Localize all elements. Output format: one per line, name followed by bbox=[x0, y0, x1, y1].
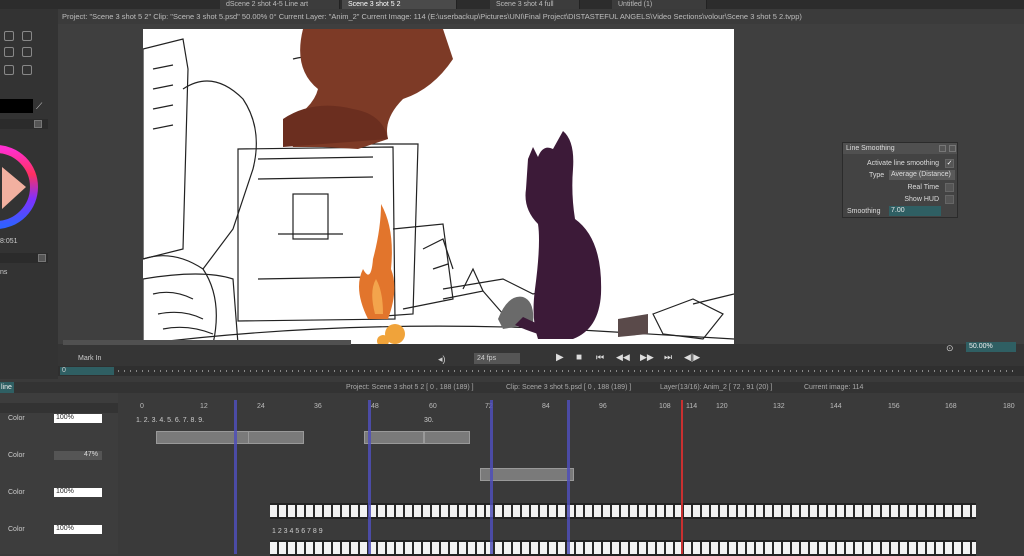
frame-strip[interactable] bbox=[270, 503, 976, 519]
layer-header-toolbar bbox=[0, 403, 118, 413]
layer-opacity-field[interactable]: 100% bbox=[54, 525, 102, 534]
stop-icon[interactable]: ■ bbox=[576, 352, 582, 363]
exposure-block[interactable] bbox=[424, 431, 470, 444]
ruler-frame-label: 84 bbox=[542, 403, 550, 410]
ruler-frame-label: 144 bbox=[830, 403, 842, 410]
realtime-checkbox[interactable] bbox=[945, 183, 954, 192]
timeline-tab[interactable]: line bbox=[0, 382, 14, 393]
keyframe-marker[interactable] bbox=[234, 400, 237, 554]
ruler-frame-label: 132 bbox=[773, 403, 785, 410]
lasso-tool-icon[interactable] bbox=[4, 31, 14, 41]
horizontal-scrollbar[interactable] bbox=[63, 340, 351, 345]
show-hud-checkbox[interactable] bbox=[945, 195, 954, 204]
frame-sequence-number: 30. bbox=[424, 417, 434, 424]
exposure-block[interactable] bbox=[248, 431, 304, 444]
current-frame-field[interactable]: 0 bbox=[60, 367, 114, 375]
audio-icon[interactable]: ◂) bbox=[438, 354, 446, 365]
exposure-block[interactable] bbox=[364, 431, 424, 444]
timeline-layer-info: Layer(13/16): Anim_2 [ 72 , 91 (20) ] bbox=[660, 384, 773, 391]
document-tab-bar: dScene 2 shot 4-5 Line art Scene 3 shot … bbox=[0, 0, 1024, 9]
tab-untitled[interactable]: Untitled (1) bbox=[612, 0, 707, 9]
playhead-line[interactable] bbox=[681, 400, 683, 554]
tab-scene3-shot4-full[interactable]: Scene 3 shot 4 full bbox=[490, 0, 580, 9]
tab-scene2-lineart[interactable]: dScene 2 shot 4-5 Line art bbox=[220, 0, 340, 9]
layer-opacity-field[interactable]: 47% bbox=[54, 451, 102, 460]
layer-blend-label: Color bbox=[8, 415, 25, 422]
realtime-label: Real Time bbox=[907, 184, 939, 191]
layer-blend-label: Color bbox=[8, 489, 25, 496]
warp-tool-icon[interactable] bbox=[4, 65, 14, 75]
mark-in-label: Mark In bbox=[78, 355, 102, 362]
artwork-illustration bbox=[143, 29, 734, 344]
frame-sequence-numbers: 1. 2. 3. 4. 5. 6. 7. 8. 9. bbox=[136, 417, 205, 424]
ruler-frame-label: 24 bbox=[257, 403, 265, 410]
project-info-bar: Project: "Scene 3 shot 5 2" Clip: "Scene… bbox=[58, 10, 1024, 24]
keyframe-marker[interactable] bbox=[368, 400, 371, 554]
fill-tool-icon[interactable] bbox=[22, 47, 32, 57]
ruler-frame-label: 48 bbox=[371, 403, 379, 410]
panel-label: ns bbox=[0, 269, 8, 276]
ruler-frame-label: 168 bbox=[945, 403, 957, 410]
fps-dropdown[interactable]: 24 fps bbox=[474, 353, 520, 364]
timeline-clip-info: Clip: Scene 3 shot 5.psd [ 0 , 188 (189)… bbox=[506, 384, 632, 391]
timeline-project-info: Project: Scene 3 shot 5 2 [ 0 , 188 (189… bbox=[346, 384, 474, 391]
layer-blend-label: Color bbox=[8, 452, 25, 459]
smoothing-value-field[interactable]: 7.00 bbox=[889, 206, 941, 216]
loop-icon[interactable]: ◀|▶ bbox=[684, 352, 700, 363]
zoom-field[interactable]: 50.00% bbox=[966, 342, 1016, 352]
tab-scene3-shot5-2[interactable]: Scene 3 shot 5 2 bbox=[342, 0, 457, 9]
frame-scrubber[interactable]: 0 bbox=[58, 366, 1024, 376]
ruler-frame-label: 0 bbox=[140, 403, 144, 410]
last-frame-icon[interactable]: ⏭ bbox=[664, 352, 672, 363]
timeline-track-area[interactable]: 0 12 24 36 48 60 72 84 96 108 114 120 132 144 156 168 18… bbox=[118, 393, 1024, 556]
frame-ruler[interactable]: 0 12 24 36 48 60 72 84 96 108 114 120 132 144 156 168 18… bbox=[118, 393, 1024, 413]
type-label: Type bbox=[869, 172, 885, 179]
ruler-frame-label: 156 bbox=[888, 403, 900, 410]
layer-blend-label: Color bbox=[8, 526, 25, 533]
drawing-canvas[interactable] bbox=[143, 29, 734, 344]
activate-smoothing-checkbox[interactable]: ✓ bbox=[945, 159, 954, 168]
left-tool-panel: ⟋ 8:051 ns bbox=[0, 9, 58, 379]
show-hud-label: Show HUD bbox=[904, 196, 939, 203]
ruler-frame-label: 12 bbox=[200, 403, 208, 410]
color-wheel-icon[interactable] bbox=[0, 137, 40, 237]
panel-close-icon[interactable] bbox=[38, 254, 46, 262]
smoothing-label: Smoothing bbox=[847, 208, 881, 215]
timeline-info-bar: line Project: Scene 3 shot 5 2 [ 0 , 188… bbox=[0, 382, 1024, 393]
play-icon[interactable]: ▶ bbox=[556, 352, 564, 363]
activate-smoothing-label: Activate line smoothing bbox=[867, 160, 939, 167]
select-tool-icon[interactable] bbox=[4, 47, 14, 57]
keyframe-marker[interactable] bbox=[490, 400, 493, 554]
timeline-current-image: Current image: 114 bbox=[804, 384, 864, 391]
ruler-frame-label: 114 bbox=[686, 403, 698, 410]
panel-settings-icon[interactable] bbox=[939, 145, 946, 152]
keyframe-marker[interactable] bbox=[567, 400, 570, 554]
prev-frame-icon[interactable]: ◀◀ bbox=[616, 352, 630, 363]
scrubber-ticks bbox=[118, 370, 1018, 372]
zoom-icon[interactable]: ⊙ bbox=[946, 343, 954, 354]
layer-header-column: Color 100% Color 47% Color 100% Color 10… bbox=[0, 393, 118, 554]
eyedropper-icon[interactable]: ⟋ bbox=[36, 101, 42, 112]
eraser-tool-icon[interactable] bbox=[22, 31, 32, 41]
layer-opacity-field[interactable]: 100% bbox=[54, 414, 102, 423]
panel-close-icon[interactable] bbox=[949, 145, 956, 152]
ruler-frame-label: 36 bbox=[314, 403, 322, 410]
exposure-block[interactable] bbox=[480, 468, 574, 481]
current-color-swatch[interactable] bbox=[0, 99, 33, 113]
type-dropdown[interactable]: Average (Distance) bbox=[889, 170, 955, 180]
ruler-frame-label: 108 bbox=[659, 403, 671, 410]
ruler-frame-label: 60 bbox=[429, 403, 437, 410]
ruler-frame-label: 96 bbox=[599, 403, 607, 410]
playback-toolbar: Mark In ◂) 24 fps ▶ ■ ⏮ ◀◀ ▶▶ ⏭ ◀|▶ ⊙ 50… bbox=[58, 340, 1024, 366]
grid-tool-icon[interactable] bbox=[22, 65, 32, 75]
panel-close-icon[interactable] bbox=[34, 120, 42, 128]
layer-opacity-field[interactable]: 100% bbox=[54, 488, 102, 497]
next-frame-icon[interactable]: ▶▶ bbox=[640, 352, 654, 363]
frame-sequence-numbers: 1 2 3 4 5 6 7 8 9 bbox=[272, 528, 323, 535]
color-value-readout: 8:051 bbox=[0, 238, 18, 245]
first-frame-icon[interactable]: ⏮ bbox=[596, 352, 604, 363]
ruler-frame-label: 120 bbox=[716, 403, 728, 410]
ruler-frame-label: 180 bbox=[1003, 403, 1015, 410]
line-smoothing-panel: Line Smoothing Activate line smoothing ✓… bbox=[842, 142, 958, 218]
